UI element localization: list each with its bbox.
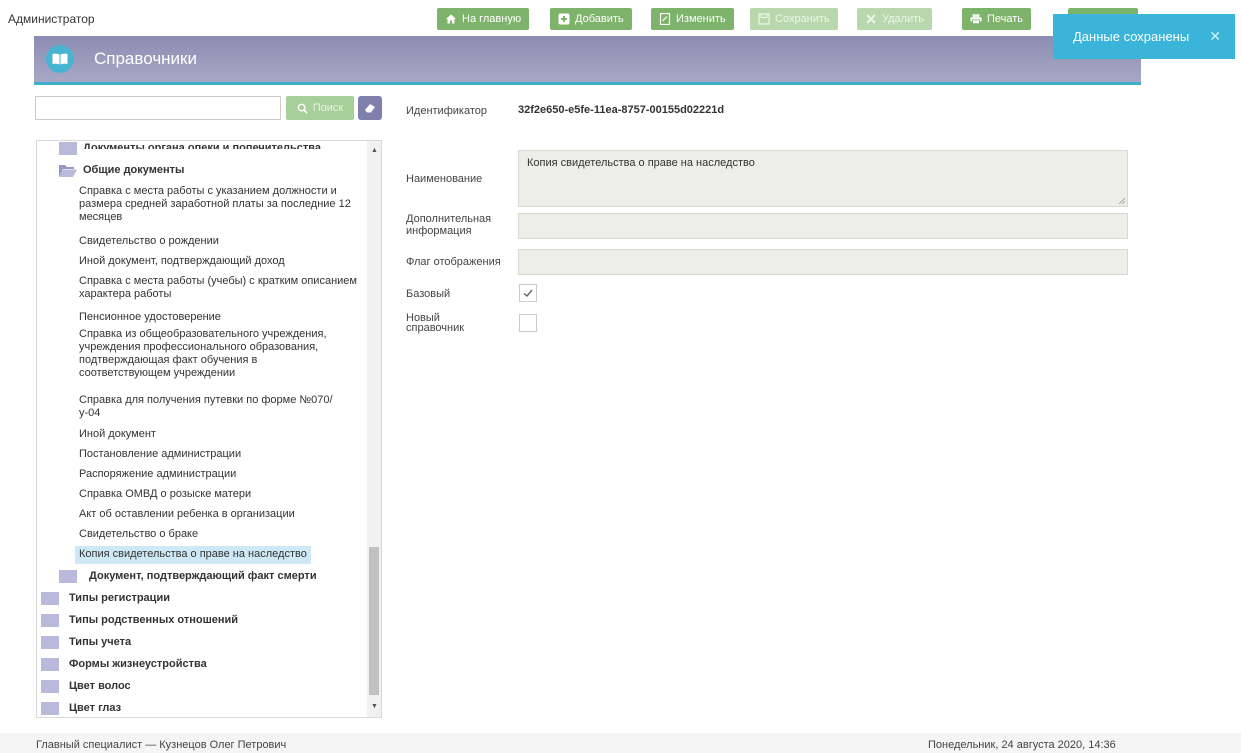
identifier-value: 32f2e650-e5fe-11ea-8757-00155d02221d — [518, 104, 725, 116]
tree-folder-cut[interactable]: Документы органа опеки и попечительства — [83, 142, 321, 149]
extra-info-field[interactable] — [518, 213, 1128, 239]
tree-leaf[interactable]: Постановление администрации — [79, 448, 357, 461]
save-button[interactable]: Сохранить — [750, 8, 838, 30]
folder-icon — [59, 570, 77, 583]
print-button[interactable]: Печать — [962, 8, 1032, 30]
home-button[interactable]: На главную — [437, 8, 530, 30]
notification-toast: Данные сохранены ✕ — [1053, 14, 1235, 59]
folder-icon — [59, 142, 77, 155]
tree-folder[interactable]: Типы регистрации — [69, 592, 170, 605]
tree-folder[interactable]: Цвет волос — [69, 680, 131, 693]
folder-icon — [41, 680, 59, 693]
scroll-thumb[interactable] — [369, 547, 379, 695]
scroll-up-icon[interactable]: ▲ — [371, 147, 378, 154]
tree-leaf[interactable]: Иной документ — [79, 428, 357, 441]
tree-leaf[interactable]: Акт об оставлении ребенка в организации — [79, 508, 357, 521]
tree-leaf[interactable]: Иной документ, подтверждающий доход — [79, 255, 357, 268]
folder-icon — [41, 702, 59, 715]
checkmark-icon — [523, 289, 533, 297]
current-user-label: Администратор — [8, 12, 95, 26]
toast-close-icon[interactable]: ✕ — [1209, 28, 1221, 45]
tree-leaf[interactable]: Справка из общеобразовательного учрежден… — [79, 328, 347, 380]
clear-search-button[interactable] — [358, 96, 382, 120]
close-icon — [866, 14, 876, 24]
folder-icon — [41, 614, 59, 627]
tree-folder[interactable]: Типы родственных отношений — [69, 614, 238, 627]
page-title: Справочники — [94, 49, 197, 68]
base-checkbox[interactable] — [519, 284, 537, 302]
edit-icon — [659, 13, 671, 25]
name-field-value: Копия свидетельства о праве на наследств… — [527, 157, 755, 169]
tree-leaf[interactable]: Справка с места работы (учебы) с кратким… — [79, 275, 357, 301]
base-label: Базовый — [406, 288, 451, 300]
tree-leaf[interactable]: Свидетельство о рождении — [79, 235, 357, 248]
edit-button[interactable]: Изменить — [651, 8, 734, 30]
tree-folder[interactable]: Типы учета — [69, 636, 131, 649]
tree-leaf[interactable]: Справка с места работы с указанием должн… — [79, 185, 357, 224]
tree-leaf[interactable]: Распоряжение администрации — [79, 468, 357, 481]
search-button[interactable]: Поиск — [286, 96, 354, 120]
search-icon — [297, 103, 308, 114]
tree-leaf[interactable]: Справка для получения путевки по форме №… — [79, 394, 335, 420]
tree-folder-general-docs[interactable]: Общие документы — [83, 164, 184, 177]
tree-folder[interactable]: Цвет глаз — [69, 702, 121, 715]
status-bar: Главный специалист — Кузнецов Олег Петро… — [0, 733, 1241, 753]
tree-leaf[interactable]: Пенсионное удостоверение — [79, 311, 357, 324]
new-ref-checkbox[interactable] — [519, 314, 537, 332]
toast-message: Данные сохранены — [1073, 29, 1190, 44]
scroll-down-icon[interactable]: ▼ — [371, 703, 378, 710]
flag-field[interactable] — [518, 249, 1128, 275]
floppy-icon — [758, 13, 770, 25]
tree-folder-death-doc[interactable]: Документ, подтверждающий факт смерти — [89, 570, 317, 583]
home-icon — [446, 14, 456, 24]
section-header: Справочники — [34, 36, 1141, 85]
footer-datetime: Понедельник, 24 августа 2020, 14:36 — [928, 739, 1116, 751]
name-field[interactable]: Копия свидетельства о праве на наследств… — [518, 150, 1128, 207]
add-button[interactable]: Добавить — [550, 8, 632, 30]
tree-leaf[interactable]: Справка ОМВД о розыске матери — [79, 488, 357, 501]
eraser-icon — [365, 104, 375, 113]
tree-leaf-selected[interactable]: Копия свидетельства о праве на наследств… — [75, 546, 311, 564]
folder-icon — [41, 658, 59, 671]
extra-info-label-1: Дополнительная — [406, 213, 492, 225]
resize-handle-icon[interactable] — [1118, 197, 1125, 204]
tree-leaf[interactable]: Свидетельство о браке — [79, 528, 357, 541]
directory-tree: Документы органа опеки и попечительства … — [36, 140, 382, 718]
book-icon — [46, 45, 74, 73]
tree-scrollbar[interactable]: ▲ ▼ — [367, 141, 381, 717]
open-folder-icon — [59, 165, 77, 177]
printer-icon — [970, 14, 982, 25]
extra-info-label-2: информация — [406, 225, 472, 237]
new-ref-label-2: справочник — [406, 322, 465, 334]
flag-label: Флаг отображения — [406, 256, 501, 268]
tree-folder[interactable]: Формы жизнеустройства — [69, 658, 207, 671]
footer-user: Главный специалист — Кузнецов Олег Петро… — [36, 739, 287, 751]
folder-icon — [41, 592, 59, 605]
name-label: Наименование — [406, 173, 483, 185]
delete-button[interactable]: Удалить — [857, 8, 932, 30]
plus-icon — [558, 13, 570, 25]
folder-icon — [41, 636, 59, 649]
search-input[interactable] — [35, 96, 281, 120]
identifier-label: Идентификатор — [406, 105, 487, 117]
